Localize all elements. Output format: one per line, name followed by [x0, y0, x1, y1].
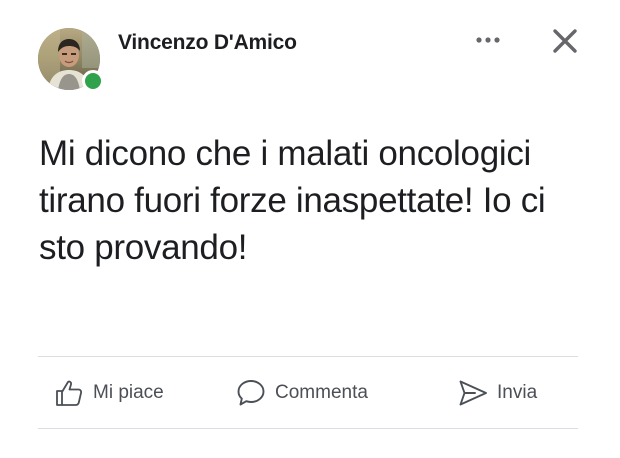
send-button[interactable]: Invia — [456, 357, 537, 428]
comment-label: Commenta — [275, 381, 368, 403]
comment-bubble-icon — [234, 376, 268, 410]
send-label: Invia — [497, 381, 538, 403]
divider — [38, 428, 578, 429]
like-label: Mi piace — [93, 381, 164, 403]
more-horizontal-icon — [476, 37, 500, 43]
close-icon — [553, 29, 577, 53]
send-arrow-icon — [456, 376, 490, 410]
online-status-indicator — [82, 70, 104, 92]
post-text: Mi dicono che i malati oncologici tirano… — [39, 134, 546, 267]
like-button[interactable]: Mi piace — [52, 357, 164, 428]
thumbs-up-icon — [52, 376, 86, 410]
author-name[interactable]: Vincenzo D'Amico — [118, 31, 297, 55]
close-button[interactable] — [550, 26, 580, 56]
post-header: Vincenzo D'Amico — [0, 0, 620, 100]
more-options-button[interactable] — [474, 30, 504, 50]
comment-button[interactable]: Commenta — [234, 357, 368, 428]
post-actions-bar: Mi piace Commenta Invia — [38, 357, 578, 428]
